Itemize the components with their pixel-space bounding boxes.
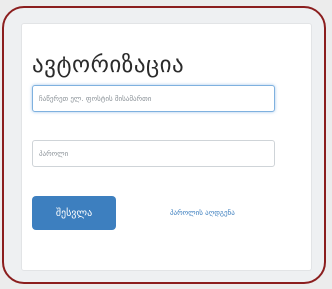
login-button[interactable]: შესვლა (32, 196, 116, 230)
screenshot-frame: ავტორიზაცია შესვლა პაროლის აღდგენა (2, 6, 326, 284)
password-field[interactable] (32, 140, 275, 167)
forgot-password-link[interactable]: პაროლის აღდგენა (170, 209, 235, 217)
login-title: ავტორიზაცია (32, 52, 185, 78)
email-field[interactable] (32, 85, 275, 112)
